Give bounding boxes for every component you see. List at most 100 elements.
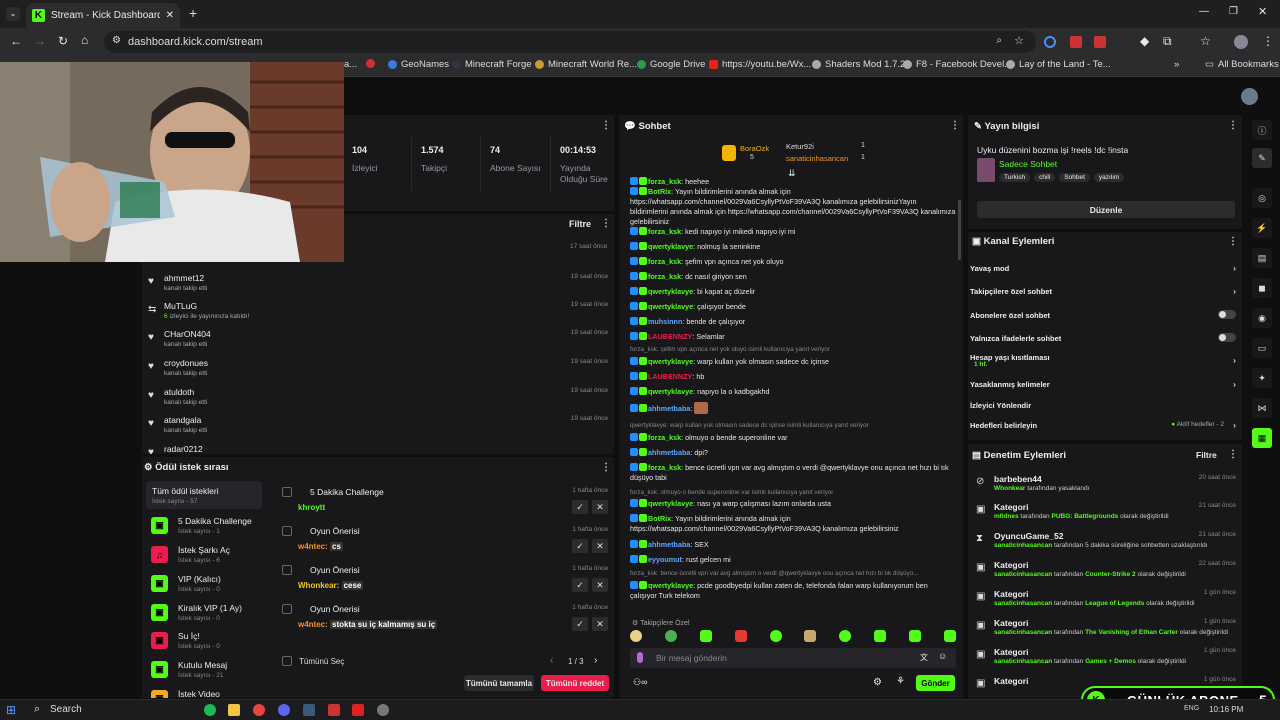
mod-filter-button[interactable]: Filtre — [1196, 450, 1217, 460]
bookmark-item[interactable]: GeoNames — [388, 59, 449, 70]
panel-icon[interactable]: ▭ — [1252, 338, 1272, 358]
channel-actions-menu-icon[interactable]: ⋮ — [1228, 236, 1238, 247]
tab-search-button[interactable]: ⌄ — [6, 7, 20, 21]
share-icon[interactable]: ⋈ — [1252, 398, 1272, 418]
windows-start-icon[interactable]: ⊞ — [6, 703, 16, 717]
chat-username[interactable]: qwertyklavye — [648, 499, 693, 508]
select-all-checkbox[interactable] — [282, 656, 292, 666]
emote-icon[interactable] — [804, 630, 817, 642]
chat-username[interactable]: ahhmetbaba — [648, 404, 690, 413]
prev-page-icon[interactable]: ‹ — [550, 655, 553, 666]
emote-icon[interactable] — [734, 630, 747, 642]
chrome-icon[interactable] — [253, 704, 265, 716]
extension-icon[interactable] — [1070, 36, 1082, 48]
send-button[interactable]: Gönder — [916, 675, 955, 691]
chat-username[interactable]: forza_ksk — [648, 272, 681, 281]
emote-icon[interactable] — [874, 630, 887, 642]
chat-username[interactable]: forza_ksk — [648, 257, 681, 266]
banned-words-row[interactable]: Yasaklanmış kelimeler › — [970, 379, 1240, 399]
grid-icon[interactable]: ▦ — [1252, 428, 1272, 448]
camera-icon[interactable]: ◎ — [1252, 188, 1272, 208]
chat-username[interactable]: ahhmetbaba — [648, 540, 690, 549]
menu-icon[interactable]: ⋮ — [1262, 34, 1274, 48]
profile-avatar[interactable] — [1234, 35, 1248, 49]
bookmark-item[interactable]: Lay of the Land - Te... — [1006, 59, 1111, 70]
bookmark-item[interactable]: Minecraft Forge — [452, 59, 532, 70]
minimize-button[interactable]: — — [1199, 6, 1209, 17]
emote-icon[interactable] — [664, 630, 677, 642]
reward-category[interactable]: ▣ VIP (Kalıcı) İstek sayısı - 0 — [148, 571, 262, 597]
follower-only-row[interactable]: Takipçilere özel sohbet › — [970, 286, 1240, 306]
chat-gift-icon[interactable]: ⚘ — [896, 676, 905, 687]
maximize-button[interactable]: ❐ — [1229, 6, 1238, 17]
chat-username[interactable]: BotRix — [648, 514, 671, 523]
all-bookmarks[interactable]: ▭ All Bookmarks — [1205, 59, 1279, 70]
approve-button[interactable]: ✓ — [572, 500, 588, 514]
edit-stream-button[interactable]: Düzenle — [977, 201, 1235, 218]
reward-category[interactable]: ♫ İstek Şarkı Aç İstek sayısı - 6 — [148, 542, 262, 568]
chat-username[interactable]: qwertyklavye — [648, 357, 693, 366]
mic-icon[interactable] — [637, 652, 643, 663]
chat-username[interactable]: forza_ksk — [648, 227, 681, 236]
bookmark-item[interactable]: F8 - Facebook Devel... — [903, 59, 1012, 70]
bookmark-item[interactable]: Shaders Mod 1.7.2 — [812, 59, 905, 70]
chat-scrollbar[interactable] — [958, 200, 961, 260]
activity-filter-button[interactable]: Filtre — [569, 219, 591, 229]
site-info-icon[interactable]: ⚙ — [112, 35, 121, 46]
reward-category[interactable]: ▣ İstek Video — [148, 686, 262, 698]
sub-only-toggle[interactable] — [1218, 310, 1236, 319]
emote-icon[interactable] — [769, 630, 782, 642]
reject-all-button[interactable]: Tümünü reddet — [541, 675, 609, 691]
bookmark-item[interactable]: Minecraft World Re... — [535, 59, 637, 70]
chat-username[interactable]: eyyoumut — [648, 555, 682, 564]
reward-menu-icon[interactable]: ⋮ — [601, 462, 611, 473]
extension-icon[interactable] — [1094, 36, 1106, 48]
emote-only-toggle[interactable] — [1218, 333, 1236, 342]
wrench-icon[interactable]: ✦ — [1252, 368, 1272, 388]
emote-icon[interactable] — [699, 630, 712, 642]
reward-category[interactable]: ▣ Kutulu Mesaj İstek sayısı - 21 — [148, 657, 262, 683]
request-checkbox[interactable] — [282, 604, 292, 614]
steam-icon[interactable] — [303, 704, 315, 716]
chat-username[interactable]: qwertyklavye — [648, 387, 693, 396]
reload-icon[interactable]: ↻ — [58, 34, 68, 48]
goals-row[interactable]: Hedefleri belirleyin ● Aktif hedefler - 2… — [970, 420, 1240, 440]
reject-button[interactable]: ✕ — [592, 578, 608, 592]
slow-mode-row[interactable]: Yavaş mod › — [970, 263, 1240, 283]
close-window-button[interactable]: ✕ — [1258, 5, 1267, 18]
tag[interactable]: Turkish — [999, 173, 1031, 182]
chat-bubble-icon[interactable]: ◼ — [1252, 278, 1272, 298]
tab-close-icon[interactable]: ✕ — [166, 10, 174, 21]
chat-menu-icon[interactable]: ⋮ — [950, 120, 960, 131]
emote-icon[interactable] — [630, 630, 642, 642]
approve-button[interactable]: ✓ — [572, 578, 588, 592]
chat-username[interactable]: ahhmetbaba — [648, 448, 690, 457]
request-checkbox[interactable] — [282, 526, 292, 536]
bookmark-item[interactable]: Google Drive — [637, 59, 705, 70]
emote-icon[interactable] — [943, 630, 956, 642]
chat-username[interactable]: LAUBENNZY — [648, 332, 692, 341]
chat-username[interactable]: qwertyklavye — [648, 581, 693, 590]
approve-button[interactable]: ✓ — [572, 617, 588, 631]
bookmark-star-icon[interactable]: ☆ — [1014, 34, 1024, 47]
account-age-row[interactable]: Hesap yaşı kısıtlaması 1 hf. › — [970, 352, 1240, 372]
chat-input[interactable]: Bir mesaj gönderin 文 ☺ — [630, 648, 956, 668]
chat-username[interactable]: qwertyklavye — [648, 242, 693, 251]
taskbar-search[interactable]: Search — [50, 704, 82, 715]
bookmark-item[interactable]: a... — [344, 59, 357, 70]
reject-button[interactable]: ✕ — [592, 500, 608, 514]
extensions-puzzle-icon[interactable]: ⧉ — [1163, 34, 1172, 49]
host-row[interactable]: İzleyici Yönlendir — [970, 400, 1240, 420]
stats-menu-icon[interactable]: ⋮ — [601, 120, 611, 131]
chat-username[interactable]: muhsinnn — [648, 317, 682, 326]
tag[interactable]: Sohbet — [1059, 173, 1090, 182]
reject-button[interactable]: ✕ — [592, 539, 608, 553]
obs-icon[interactable] — [352, 704, 364, 716]
browser-tab[interactable]: K Stream - Kick Dashboard ✕ — [26, 3, 180, 28]
spotify-icon[interactable] — [204, 704, 216, 716]
mod-actions-menu-icon[interactable]: ⋮ — [1228, 449, 1238, 460]
approve-all-button[interactable]: Tümünü tamamla — [464, 675, 534, 691]
activity-menu-icon[interactable]: ⋮ — [601, 218, 611, 229]
bookmark-item[interactable] — [366, 59, 375, 68]
user-avatar[interactable] — [1241, 88, 1258, 105]
